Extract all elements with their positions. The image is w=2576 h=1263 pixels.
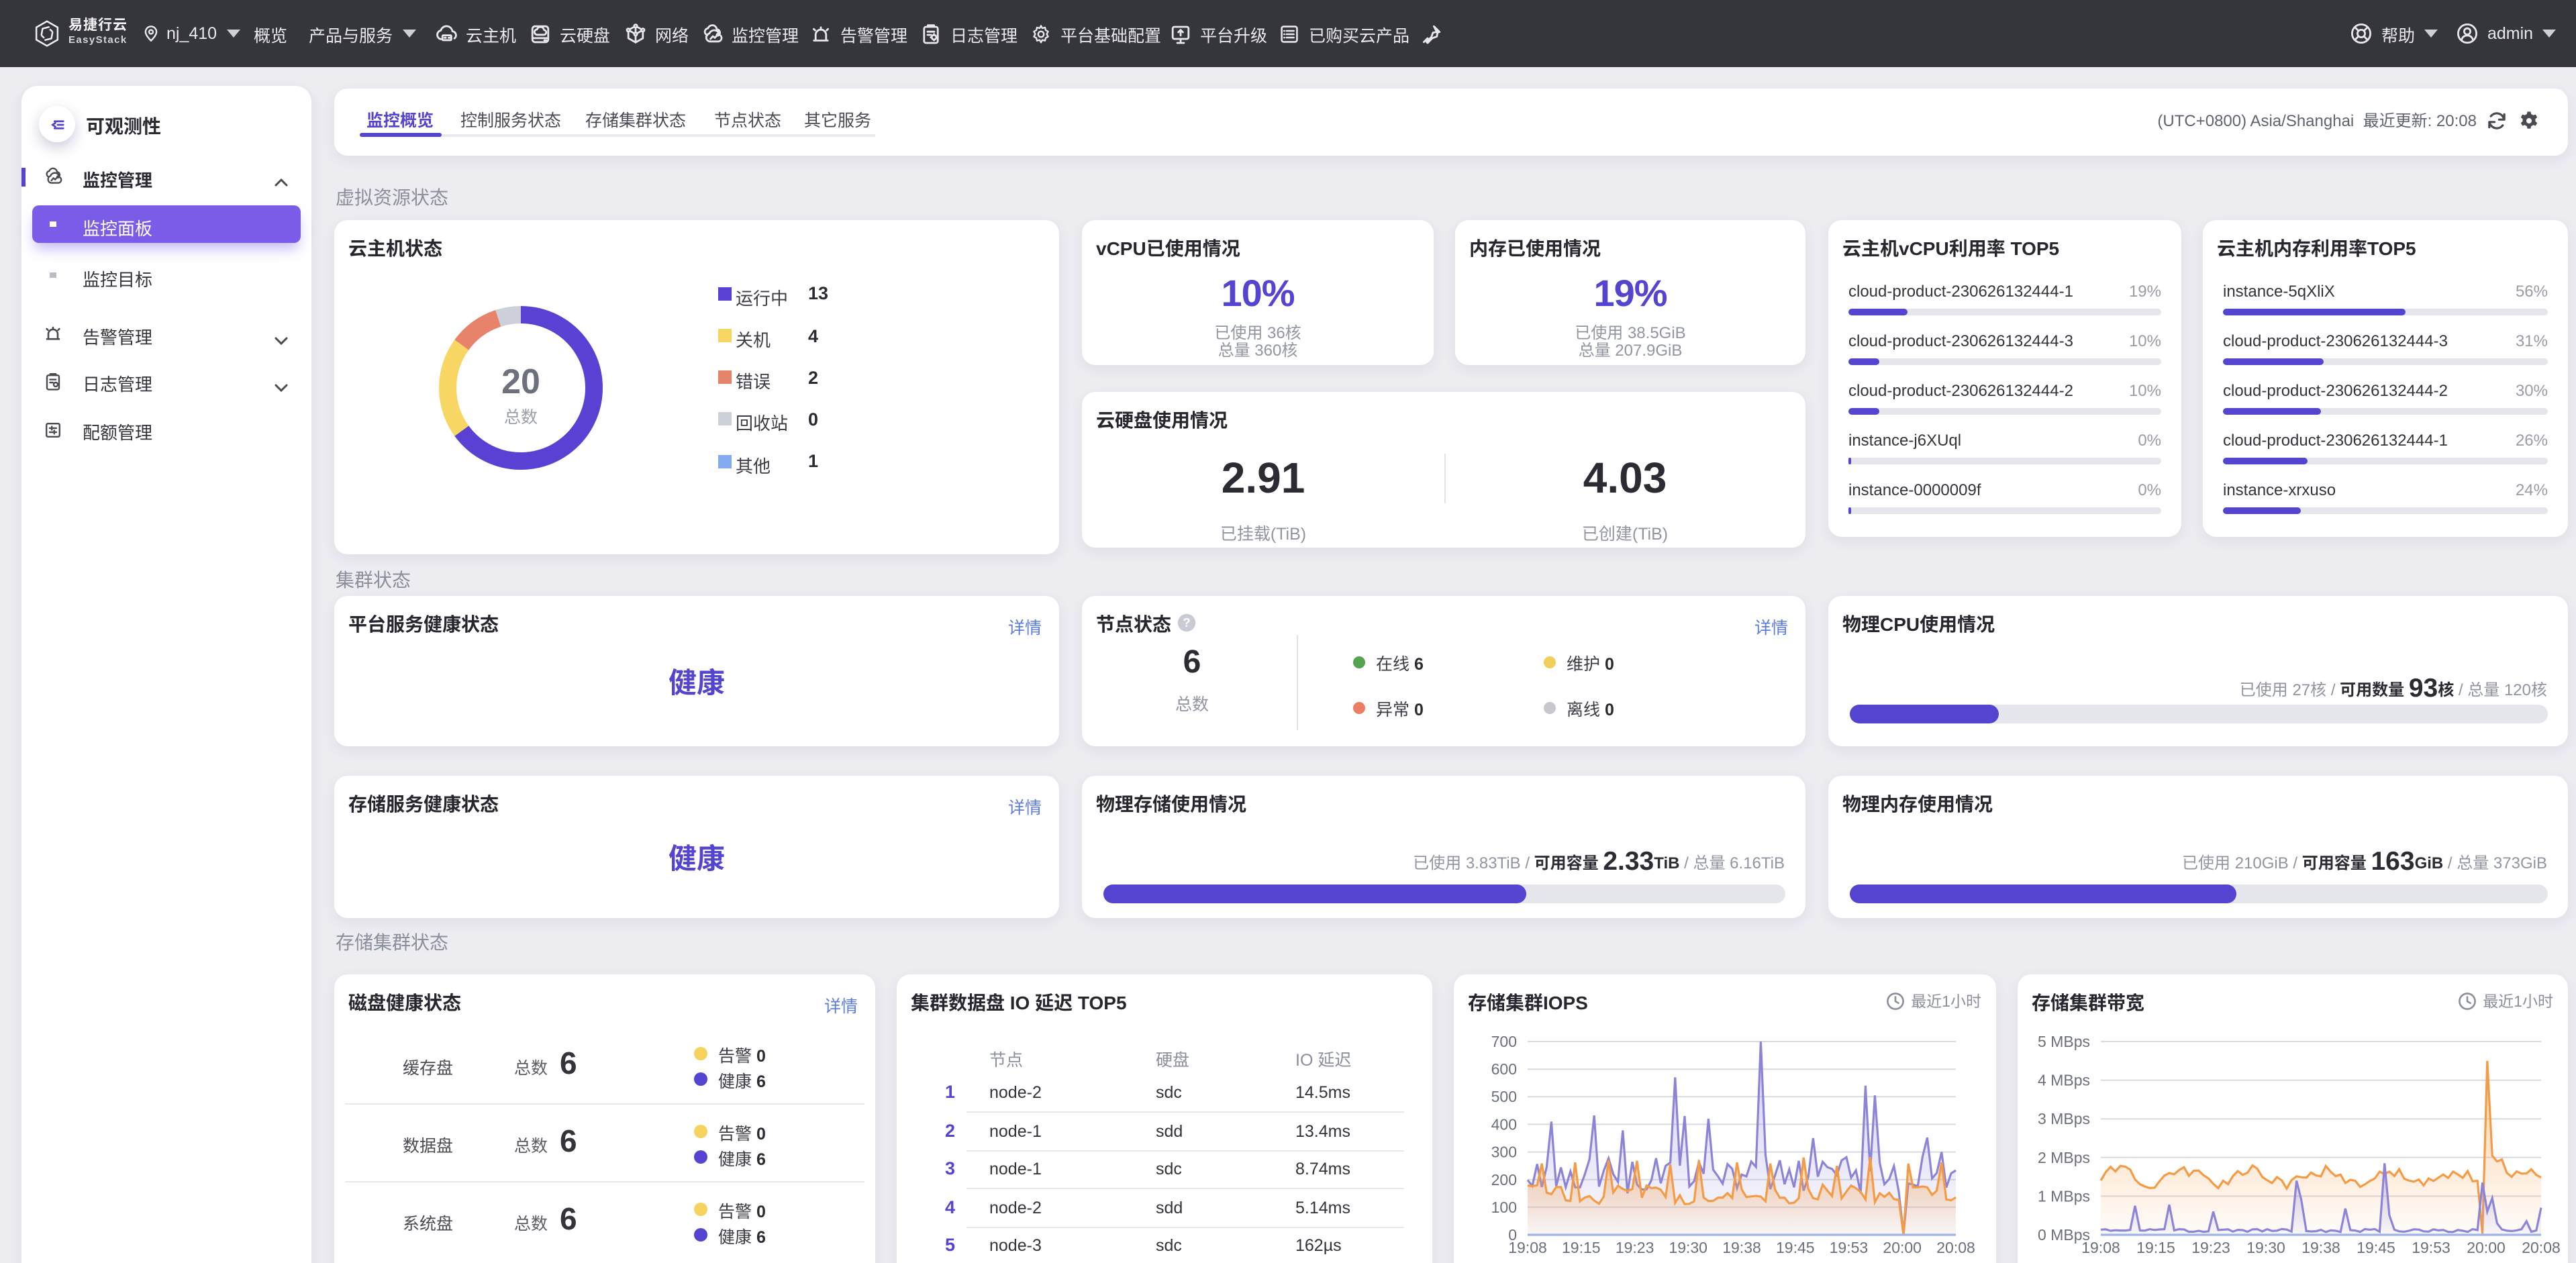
svg-text:19:23: 19:23 [2191, 1239, 2230, 1256]
svg-text:19:23: 19:23 [1616, 1239, 1654, 1256]
svg-text:19:53: 19:53 [1830, 1239, 1869, 1256]
svg-text:19:30: 19:30 [2246, 1239, 2285, 1256]
svg-text:20:08: 20:08 [2522, 1239, 2560, 1256]
svg-text:19:08: 19:08 [1508, 1239, 1547, 1256]
svg-text:5 MBps: 5 MBps [2038, 1033, 2090, 1050]
svg-text:19:15: 19:15 [2136, 1239, 2175, 1256]
svg-text:400: 400 [1491, 1115, 1517, 1133]
svg-text:20:00: 20:00 [2467, 1239, 2506, 1256]
svg-text:600: 600 [1491, 1060, 1517, 1078]
svg-text:3 MBps: 3 MBps [2038, 1110, 2090, 1127]
svg-text:19:45: 19:45 [1776, 1239, 1815, 1256]
svg-text:20:00: 20:00 [1883, 1239, 1922, 1256]
svg-text:700: 700 [1491, 1033, 1517, 1050]
svg-text:20:08: 20:08 [1936, 1239, 1975, 1256]
svg-text:?: ? [1183, 616, 1191, 629]
svg-text:19:15: 19:15 [1562, 1239, 1601, 1256]
svg-text:100: 100 [1491, 1199, 1517, 1216]
svg-text:200: 200 [1491, 1171, 1517, 1189]
svg-text:2 MBps: 2 MBps [2038, 1149, 2090, 1166]
svg-text:4 MBps: 4 MBps [2038, 1072, 2090, 1089]
svg-text:20: 20 [501, 362, 540, 401]
svg-text:19:53: 19:53 [2412, 1239, 2450, 1256]
svg-text:1 MBps: 1 MBps [2038, 1187, 2090, 1205]
svg-text:300: 300 [1491, 1144, 1517, 1161]
svg-text:19:30: 19:30 [1669, 1239, 1707, 1256]
svg-text:19:38: 19:38 [2301, 1239, 2340, 1256]
svg-text:19:08: 19:08 [2081, 1239, 2120, 1256]
svg-text:19:45: 19:45 [2357, 1239, 2395, 1256]
svg-text:总数: 总数 [504, 408, 538, 427]
svg-text:19:38: 19:38 [1722, 1239, 1761, 1256]
svg-text:500: 500 [1491, 1088, 1517, 1105]
